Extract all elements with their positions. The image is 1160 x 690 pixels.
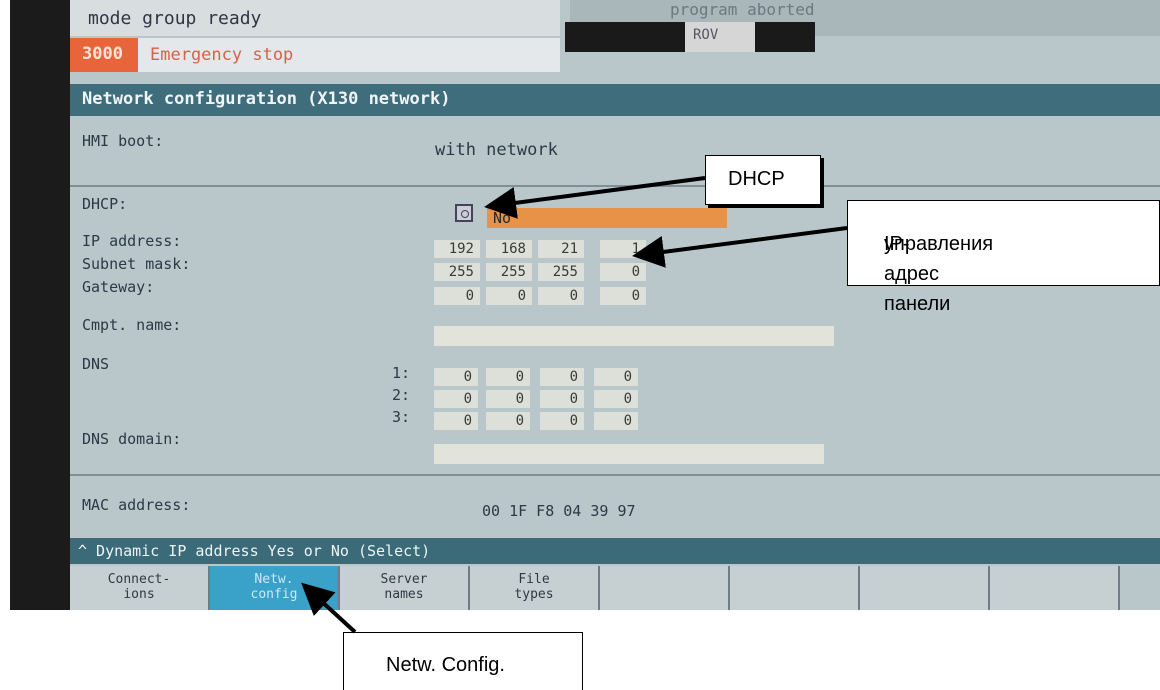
dns3-octet-3[interactable]: 0 — [540, 412, 584, 430]
dns1-octet-4[interactable]: 0 — [594, 368, 638, 386]
mask-octet-2[interactable]: 255 — [486, 263, 532, 281]
dns-domain-input[interactable] — [434, 444, 824, 464]
dhcp-toggle-icon[interactable] — [455, 204, 473, 222]
divider — [70, 185, 1160, 187]
dhcp-value: No — [493, 209, 512, 227]
hmi-screen: mode group ready program aborted ROV 300… — [10, 0, 1160, 610]
divider — [70, 474, 1160, 476]
softkey-empty-6[interactable] — [730, 566, 860, 610]
gateway-octet-4[interactable]: 0 — [600, 287, 646, 305]
annotation-dhcp: DHCP — [705, 155, 821, 205]
page-title: Network configuration (X130 network) — [82, 89, 451, 109]
page-title-bar: Network configuration (X130 network) — [70, 84, 1160, 116]
alarm-number: 3000 — [82, 44, 123, 64]
annotation-dhcp-text: DHCP — [728, 168, 785, 190]
rov-label: ROV — [693, 27, 719, 43]
ip-octet-4[interactable]: 1 — [600, 240, 646, 258]
mac-address-value: 00 1F F8 04 39 97 — [482, 502, 636, 520]
hmi-boot-label: HMI boot: — [82, 132, 164, 150]
gateway-octet-3[interactable]: 0 — [538, 287, 584, 305]
mask-octet-3[interactable]: 255 — [538, 263, 584, 281]
dns3-octet-4[interactable]: 0 — [594, 412, 638, 430]
annotation-netw-text: Netw. Config. — [386, 654, 505, 676]
softkey-label: Netw. — [254, 572, 294, 587]
dns-1-index: 1: — [392, 364, 411, 382]
annotation-ip-address: IP-адрес панели управления — [847, 200, 1160, 315]
mode-status-bar: mode group ready — [70, 0, 560, 36]
gateway-octet-2[interactable]: 0 — [486, 287, 532, 305]
mode-group-status: mode group ready — [88, 8, 262, 29]
softkey-label: ions — [123, 587, 155, 602]
computer-name-input[interactable] — [434, 326, 834, 346]
softkey-label: config — [250, 587, 298, 602]
softkey-empty-8[interactable] — [990, 566, 1120, 610]
softkey-server-names[interactable]: Server names — [340, 566, 470, 610]
softkey-bar: Connect- ions Netw. config Server names … — [70, 566, 1160, 610]
dns-3-index: 3: — [392, 408, 411, 426]
hmi-boot-value[interactable]: with network — [435, 140, 558, 160]
softkey-label: File — [518, 572, 550, 587]
softkey-empty-7[interactable] — [860, 566, 990, 610]
dns-label: DNS — [82, 355, 110, 373]
dhcp-label: DHCP: — [82, 195, 128, 213]
gateway-label: Gateway: — [82, 278, 155, 296]
dns3-octet-2[interactable]: 0 — [486, 412, 530, 430]
softkey-empty-5[interactable] — [600, 566, 730, 610]
dns1-octet-2[interactable]: 0 — [486, 368, 530, 386]
hint-text: ^ Dynamic IP address Yes or No (Select) — [78, 542, 431, 560]
dns1-octet-1[interactable]: 0 — [434, 368, 478, 386]
dns2-octet-2[interactable]: 0 — [486, 390, 530, 408]
softkey-label: Connect- — [107, 572, 171, 587]
computer-name-label: Cmpt. name: — [82, 316, 182, 334]
dns2-octet-4[interactable]: 0 — [594, 390, 638, 408]
ip-octet-1[interactable]: 192 — [434, 240, 480, 258]
softkey-label: types — [514, 587, 554, 602]
annotation-ip-line2: управления — [884, 233, 994, 255]
dns2-octet-3[interactable]: 0 — [540, 390, 584, 408]
gateway-octet-1[interactable]: 0 — [434, 287, 480, 305]
softkey-connections[interactable]: Connect- ions — [70, 566, 210, 610]
annotation-netw-config: Netw. Config. — [343, 632, 583, 690]
dhcp-select[interactable]: No — [487, 208, 727, 228]
softkey-label: names — [384, 587, 424, 602]
alarm-text: Emergency stop — [150, 45, 294, 65]
ip-octet-3[interactable]: 21 — [538, 240, 584, 258]
hint-bar: ^ Dynamic IP address Yes or No (Select) — [70, 538, 1160, 564]
mac-address-label: MAC address: — [82, 496, 191, 514]
program-status-text: program aborted — [670, 0, 815, 19]
dns2-octet-1[interactable]: 0 — [434, 390, 478, 408]
ip-address-label: IP address: — [82, 232, 182, 250]
alarm-bar — [70, 38, 560, 72]
subnet-mask-label: Subnet mask: — [82, 255, 191, 273]
hmi-panel: mode group ready program aborted ROV 300… — [70, 0, 1160, 610]
softkey-label: Server — [380, 572, 428, 587]
dns-2-index: 2: — [392, 386, 411, 404]
softkey-netw-config[interactable]: Netw. config — [210, 566, 340, 610]
rov-indicator: ROV — [565, 22, 815, 52]
dns3-octet-1[interactable]: 0 — [434, 412, 478, 430]
dns-domain-label: DNS domain: — [82, 430, 182, 448]
ip-octet-2[interactable]: 168 — [486, 240, 532, 258]
mask-octet-1[interactable]: 255 — [434, 263, 480, 281]
mask-octet-4[interactable]: 0 — [600, 263, 646, 281]
softkey-file-types[interactable]: File types — [470, 566, 600, 610]
alarm-number-badge: 3000 — [70, 38, 138, 72]
dns1-octet-3[interactable]: 0 — [540, 368, 584, 386]
